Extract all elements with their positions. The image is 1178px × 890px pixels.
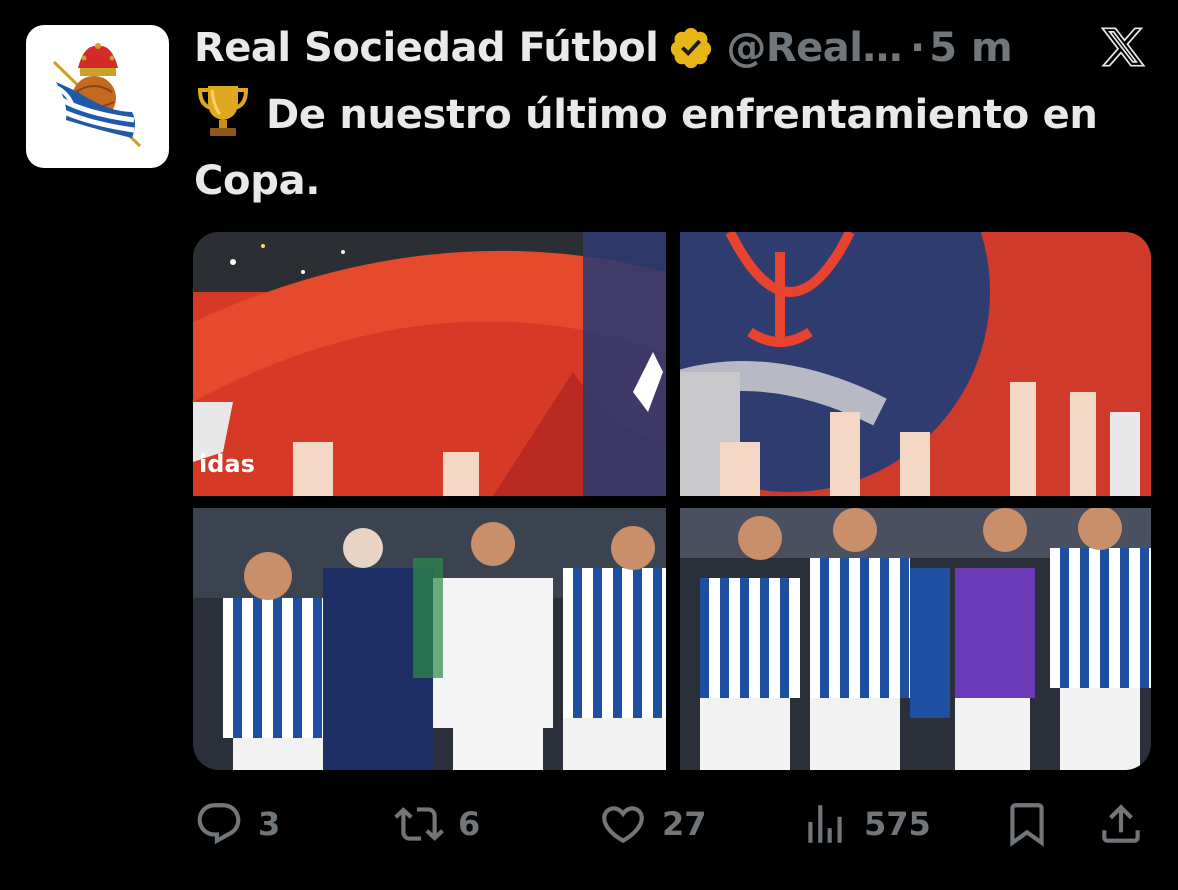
retweet-count: 6 [458, 805, 481, 843]
retweet-icon [394, 807, 444, 841]
separator-dot: · [909, 25, 926, 71]
tweet-text: De nuestro último enfrentamiento en Copa… [194, 80, 1154, 214]
reply-count: 3 [258, 805, 281, 843]
tweet-header: Real Sociedad Fútbol @Real… · 5 m [194, 22, 1013, 74]
views-button[interactable]: 575 [800, 798, 931, 850]
analytics-icon [808, 805, 842, 843]
tweet-body-text: De nuestro último enfrentamiento en Copa… [194, 92, 1098, 204]
share-icon [1102, 804, 1140, 843]
svg-text:idas: idas [199, 450, 255, 478]
media-grid[interactable]: idas [193, 232, 1151, 770]
tweet-actions: 3 6 27 575 [194, 798, 1152, 850]
retweet-button[interactable]: 6 [394, 798, 480, 850]
photo-3[interactable] [193, 508, 666, 770]
display-name[interactable]: Real Sociedad Fútbol [194, 25, 659, 71]
reply-button[interactable]: 3 [194, 798, 280, 850]
reply-icon [197, 803, 241, 845]
real-sociedad-crest-icon [52, 42, 141, 147]
tweet[interactable]: Real Sociedad Fútbol @Real… · 5 m De nue… [0, 0, 1178, 890]
avatar[interactable] [26, 25, 169, 168]
user-handle[interactable]: @Real… [726, 25, 902, 71]
photo-4[interactable] [680, 508, 1151, 770]
photo-2[interactable] [680, 232, 1151, 496]
like-button[interactable]: 27 [598, 798, 707, 850]
bookmark-button[interactable] [1002, 798, 1052, 850]
views-count: 575 [864, 805, 931, 843]
share-button[interactable] [1096, 798, 1146, 850]
trophy-icon [197, 86, 249, 136]
heart-icon [602, 806, 644, 844]
verified-badge-icon[interactable] [668, 25, 714, 71]
like-count: 27 [662, 805, 707, 843]
x-logo-icon[interactable] [1099, 24, 1147, 70]
timestamp[interactable]: 5 m [929, 25, 1012, 71]
bookmark-icon [1010, 803, 1044, 847]
photo-1[interactable]: idas [193, 232, 666, 496]
